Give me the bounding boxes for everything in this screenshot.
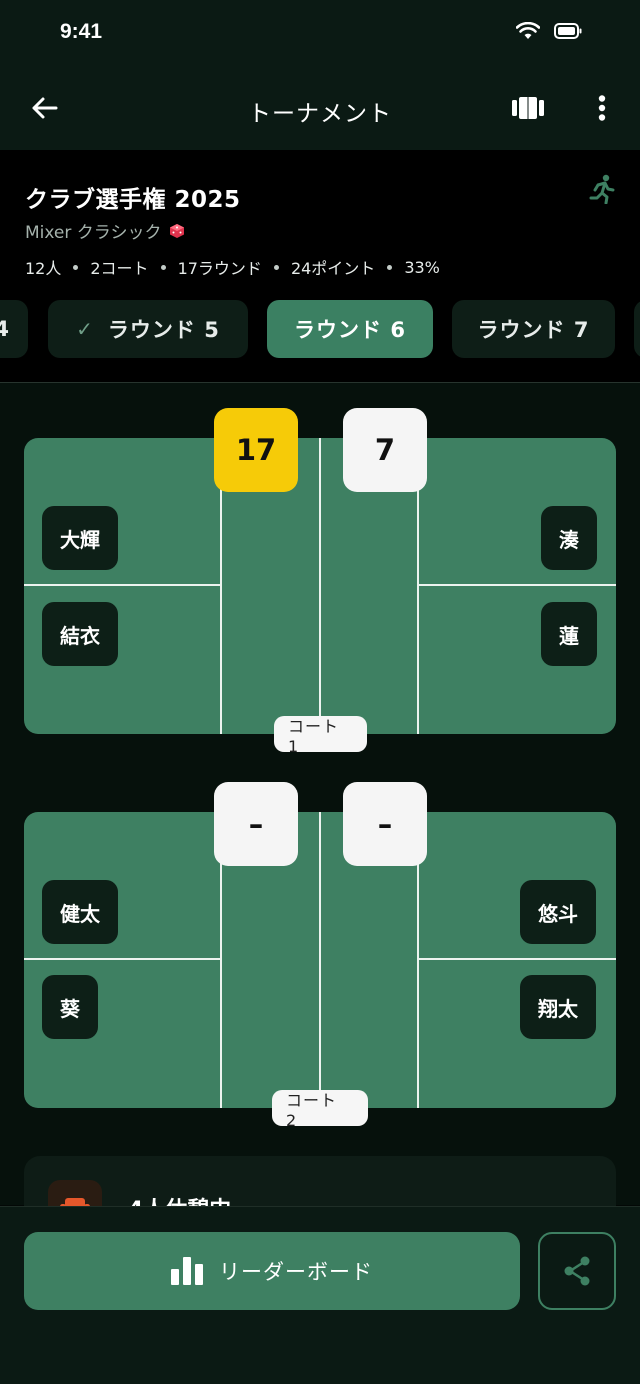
separator-dot [160, 264, 166, 270]
separator-dot [73, 264, 79, 270]
player-chip[interactable]: 湊 [541, 506, 597, 570]
tab-round-7[interactable]: ラウンド 7 [452, 300, 615, 358]
tab-round-5[interactable]: ✓ ラウンド 5 [48, 300, 248, 358]
score-right[interactable]: 7 [343, 408, 427, 492]
court-line [24, 584, 221, 586]
court-line [24, 958, 221, 960]
tab-label: ラウンド 6 [294, 318, 406, 342]
separator-dot [387, 264, 393, 270]
court-label: コート 2 [272, 1090, 368, 1130]
dice-icon [170, 223, 185, 238]
court-line [417, 958, 616, 960]
player-chip[interactable]: 翔太 [520, 975, 596, 1039]
score-right[interactable]: – [343, 782, 427, 866]
court-net [319, 812, 321, 1108]
court-net [319, 438, 321, 734]
player-chip[interactable]: 結衣 [42, 602, 118, 666]
separator-dot [273, 264, 279, 270]
player-chip[interactable]: 悠斗 [520, 880, 596, 944]
share-button[interactable] [538, 1232, 616, 1310]
tab-label: 4 [0, 317, 10, 341]
meta-courts: 2コート [90, 259, 149, 278]
wifi-icon [516, 22, 540, 39]
tournament-mode-label: Mixer クラシック [25, 223, 162, 243]
status-bar: 9:41 [0, 0, 640, 68]
status-time: 9:41 [60, 20, 103, 43]
share-icon [564, 1256, 590, 1286]
tab-round-4[interactable]: 4 [0, 300, 28, 358]
meta-rounds: 17ラウンド [177, 259, 262, 278]
tournament-meta: 12人 2コート 17ラウンド 24ポイント 33% [25, 255, 440, 279]
tab-label: ラウンド 5 [107, 318, 220, 342]
tournament-name: クラブ選手権 2025 [25, 187, 241, 213]
more-menu-button[interactable] [582, 88, 622, 128]
court-icon [512, 97, 544, 119]
battery-icon [554, 23, 582, 39]
score-left[interactable]: – [214, 782, 298, 866]
court-view-button[interactable] [506, 88, 550, 128]
tab-label: ラウンド 7 [477, 318, 590, 342]
bar-chart-icon [171, 1257, 203, 1285]
court-line [417, 584, 616, 586]
tournament-mode: Mixer クラシック [25, 218, 185, 243]
meta-points: 24ポイント [290, 259, 376, 278]
tab-round-6[interactable]: ラウンド 6 [267, 300, 433, 358]
score-left[interactable]: 17 [214, 408, 298, 492]
meta-progress: 33% [404, 257, 440, 277]
app-bar: トーナメント [0, 68, 640, 150]
court-card [24, 812, 616, 1108]
leaderboard-label: リーダーボード [219, 1260, 373, 1284]
meta-players: 12人 [25, 259, 62, 278]
status-icons [516, 22, 582, 40]
leaderboard-button[interactable]: リーダーボード [24, 1232, 520, 1310]
bottom-bar: リーダーボード [0, 1206, 640, 1384]
check-icon: ✓ [76, 317, 94, 341]
court-card [24, 438, 616, 734]
tab-round-8[interactable] [634, 300, 640, 358]
player-chip[interactable]: 健太 [42, 880, 118, 944]
player-chip[interactable]: 蓮 [541, 602, 597, 666]
court-label: コート 1 [274, 716, 367, 756]
player-chip[interactable]: 葵 [42, 975, 98, 1039]
running-person-icon [589, 174, 615, 204]
player-chip[interactable]: 大輝 [42, 506, 118, 570]
more-vertical-icon [598, 95, 606, 121]
round-tabs: 4 ✓ ラウンド 5 ラウンド 6 ラウンド 7 [0, 300, 640, 360]
